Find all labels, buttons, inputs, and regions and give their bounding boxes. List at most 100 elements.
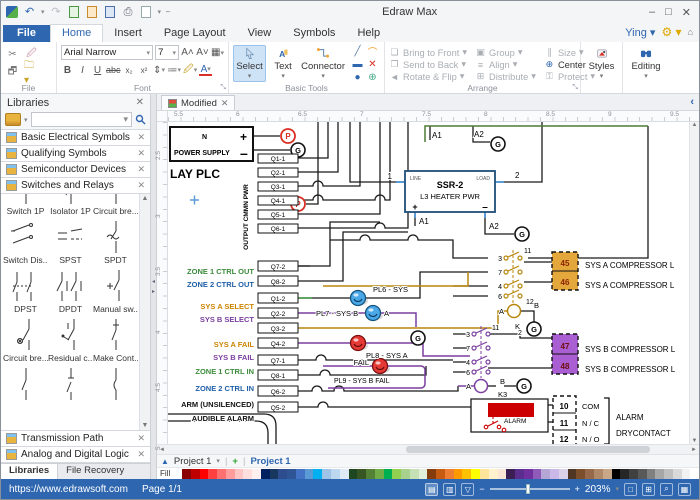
pilot-light-pl6[interactable]: [351, 291, 369, 306]
close-button[interactable]: ✕: [682, 6, 691, 19]
fill-swatch[interactable]: [664, 469, 673, 479]
sys-a-compressor-label-2[interactable]: SYS A COMPRESSOR L: [585, 281, 675, 290]
library-close-icon[interactable]: ✕: [137, 449, 145, 460]
qat-customize-caret[interactable]: ▾: [158, 8, 162, 16]
crop-icon[interactable]: ⊕: [365, 70, 380, 84]
fill-swatch[interactable]: [261, 469, 270, 479]
fill-swatch[interactable]: [471, 469, 480, 479]
superscript-icon[interactable]: x²: [138, 63, 151, 77]
app-icon[interactable]: [5, 6, 18, 19]
zoom-slider[interactable]: [490, 488, 570, 490]
library-item-semiconductor[interactable]: Semiconductor Devices✕: [1, 161, 150, 178]
export-button[interactable]: [140, 6, 153, 19]
fill-swatch[interactable]: [515, 469, 524, 479]
ellipse-shape-icon[interactable]: ●: [350, 70, 365, 84]
scroll-down-icon[interactable]: ▼: [692, 438, 698, 444]
rectangle-shape-icon[interactable]: ▬: [350, 57, 365, 71]
font-color-icon[interactable]: A▾: [199, 64, 212, 76]
symbol-partial[interactable]: [48, 366, 93, 415]
fill-swatch[interactable]: [419, 469, 428, 479]
symbol-isolator-1p[interactable]: Isolator 1P: [48, 194, 93, 219]
symbol-circuit-breaker[interactable]: Circuit bre...: [93, 194, 138, 219]
fill-swatch[interactable]: [217, 469, 226, 479]
symbol-circuit-breaker-2[interactable]: Circuit bre...: [3, 317, 48, 366]
collapse-pages-icon[interactable]: ▲: [161, 457, 169, 466]
curve-shape-icon[interactable]: ⌒: [365, 44, 380, 58]
print-button[interactable]: ⎙: [122, 6, 135, 19]
tab-symbols[interactable]: Symbols: [282, 25, 346, 42]
fill-swatch[interactable]: [340, 469, 349, 479]
library-item-qualifying[interactable]: Qualifying Symbols✕: [1, 145, 150, 162]
settings-gear-icon[interactable]: ⚙ ▾: [661, 25, 681, 39]
library-picker-caret[interactable]: ▾: [24, 116, 28, 124]
search-icon[interactable]: [135, 114, 146, 125]
symbol-residual-current[interactable]: Residual c...: [48, 317, 93, 366]
highlight-icon[interactable]: 🖉▾: [183, 63, 197, 77]
cut-icon[interactable]: ✂: [5, 47, 20, 61]
fill-swatch[interactable]: [533, 469, 542, 479]
symbol-partial[interactable]: [3, 366, 48, 415]
scroll-up-icon[interactable]: ▲: [692, 122, 698, 128]
fill-swatch[interactable]: [287, 469, 296, 479]
scroll-up-icon[interactable]: ▲: [142, 195, 149, 202]
fill-swatch[interactable]: [612, 469, 621, 479]
tab-libraries[interactable]: Libraries: [1, 464, 58, 479]
fill-swatch[interactable]: [506, 469, 515, 479]
maximize-button[interactable]: □: [665, 6, 672, 19]
save-button[interactable]: [104, 6, 117, 19]
page-tab-project1[interactable]: Project 1: [250, 456, 290, 467]
line-spacing-icon[interactable]: ⇕▾: [153, 63, 166, 77]
scroll-right-icon[interactable]: ►: [691, 447, 697, 453]
fill-swatch[interactable]: [401, 469, 410, 479]
sys-b-compressor-label-2[interactable]: SYS B COMPRESSOR L: [585, 365, 676, 374]
underline-icon[interactable]: U: [91, 63, 104, 77]
styles-button[interactable]: Styles▾: [585, 45, 618, 82]
zoom-in-icon[interactable]: +: [575, 484, 580, 494]
fill-swatch[interactable]: [331, 469, 340, 479]
fill-swatch[interactable]: [349, 469, 358, 479]
line-shape-icon[interactable]: ╱: [350, 44, 365, 58]
library-close-icon[interactable]: ✕: [137, 164, 145, 175]
align-button[interactable]: ≡Align▾: [475, 59, 536, 70]
ground-mark[interactable]: G: [515, 227, 529, 241]
pilot-light-pl7[interactable]: [366, 306, 384, 321]
library-close-icon[interactable]: ✕: [137, 180, 145, 191]
arrange-dialog-launcher[interactable]: ⤡: [572, 84, 578, 92]
relay-contacts-sys-b[interactable]: 3 7 4 6 11 2: [466, 325, 522, 378]
tab-scroll-left-icon[interactable]: ‹: [690, 96, 694, 108]
alarm-drycontact-label-2[interactable]: DRYCONTACT: [616, 429, 671, 438]
library-item-analog-digital[interactable]: Analog and Digital Logic✕: [1, 446, 150, 463]
grid-icon[interactable]: ▦: [678, 483, 691, 496]
bullet-list-icon[interactable]: ≔▾: [168, 63, 182, 77]
fill-swatch[interactable]: [305, 469, 314, 479]
tab-view[interactable]: View: [237, 25, 283, 42]
pl6-label[interactable]: PL6 - SYS: [373, 285, 408, 294]
relay-plc-label[interactable]: LAY PLC: [170, 167, 220, 181]
library-picker-icon[interactable]: [5, 113, 21, 126]
zoom-caret[interactable]: ▾: [615, 485, 619, 493]
fill-swatch[interactable]: [576, 469, 585, 479]
undo-button[interactable]: ↶: [23, 6, 36, 19]
bold-icon[interactable]: B: [61, 63, 74, 77]
bring-to-front-button[interactable]: ❏Bring to Front ▾: [389, 47, 467, 58]
relay-contacts-sys-a[interactable]: 3 7 4 6 11 12: [498, 248, 534, 306]
copy-icon[interactable]: 🗗: [5, 65, 20, 79]
tab-page-layout[interactable]: Page Layout: [153, 25, 237, 42]
horizontal-scrollbar[interactable]: ◄ ►: [157, 444, 699, 454]
symbol-spdt[interactable]: SPDT: [93, 219, 138, 268]
fit-page-icon[interactable]: □: [624, 483, 637, 496]
select-tool-button[interactable]: Select▾: [233, 45, 266, 82]
fill-swatch[interactable]: [655, 469, 664, 479]
rotate-flip-button[interactable]: ◄Rotate & Flip ▾: [389, 71, 467, 82]
fill-swatch[interactable]: [585, 469, 594, 479]
fill-swatch[interactable]: [620, 469, 629, 479]
pl9-label[interactable]: PL9 - SYS B FAIL: [334, 378, 390, 385]
status-url[interactable]: https://www.edrawsoft.com: [9, 484, 128, 495]
vertical-ruler[interactable]: 2.53 3.54 4.55: [157, 122, 168, 444]
pl7-label[interactable]: PL7 - SYS B: [316, 309, 358, 318]
strikethrough-icon[interactable]: abc: [106, 63, 121, 77]
pilot-light-pl9[interactable]: [373, 359, 391, 374]
alarm-drycontact-label-1[interactable]: ALARM: [616, 413, 644, 422]
normal-view-icon[interactable]: ▤: [425, 483, 438, 496]
fill-swatch[interactable]: [436, 469, 445, 479]
